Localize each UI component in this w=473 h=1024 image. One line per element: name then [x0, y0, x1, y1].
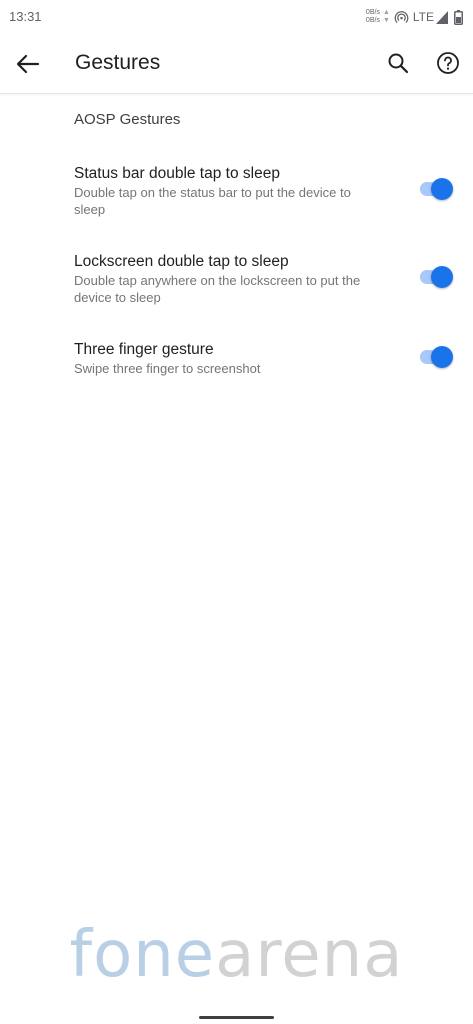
data-activity-icon: ▲ ▼: [382, 9, 390, 24]
download-speed: 0B/s: [365, 17, 380, 24]
app-bar: Gestures: [0, 34, 473, 94]
help-icon[interactable]: [436, 51, 460, 75]
status-bar-double-tap-toggle[interactable]: [418, 178, 454, 200]
pref-title: Lockscreen double tap to sleep: [74, 253, 289, 270]
category-title: AOSP Gestures: [74, 111, 181, 128]
status-bar: 13:31 0B/s 0B/s ▲ ▼ LTE: [0, 0, 473, 34]
status-icons: 0B/s 0B/s ▲ ▼ LTE: [366, 7, 463, 27]
search-icon[interactable]: [386, 51, 410, 75]
lockscreen-double-tap-toggle[interactable]: [418, 266, 454, 288]
battery-icon: [454, 9, 463, 25]
pref-title: Three finger gesture: [74, 341, 214, 358]
network-type-label: LTE: [412, 10, 434, 24]
watermark-logo: fonearena: [69, 918, 404, 992]
toggle-thumb: [431, 266, 453, 288]
status-time: 13:31: [9, 9, 42, 24]
pref-status-bar-double-tap[interactable]: Status bar double tap to sleep Double ta…: [74, 164, 374, 218]
toggle-thumb: [431, 178, 453, 200]
cell-signal-icon: [436, 10, 448, 24]
pref-lockscreen-double-tap[interactable]: Lockscreen double tap to sleep Double ta…: [74, 252, 374, 306]
upload-speed: 0B/s: [365, 9, 380, 16]
toggle-thumb: [431, 346, 453, 368]
page-title: Gestures: [75, 51, 161, 74]
back-arrow-icon[interactable]: [14, 50, 42, 78]
three-finger-gesture-toggle[interactable]: [418, 346, 454, 368]
pref-summary: Swipe three finger to screenshot: [74, 361, 261, 376]
settings-screen: 13:31 0B/s 0B/s ▲ ▼ LTE Gestures AOSP Ge…: [0, 0, 473, 1024]
pref-title: Status bar double tap to sleep: [74, 165, 280, 182]
gesture-nav-handle[interactable]: [199, 1016, 274, 1019]
hotspot-icon: [394, 10, 409, 23]
pref-summary: Double tap on the status bar to put the …: [74, 185, 351, 217]
network-speed: 0B/s 0B/s: [366, 9, 380, 25]
pref-three-finger-gesture[interactable]: Three finger gesture Swipe three finger …: [74, 340, 374, 377]
pref-summary: Double tap anywhere on the lockscreen to…: [74, 273, 361, 305]
